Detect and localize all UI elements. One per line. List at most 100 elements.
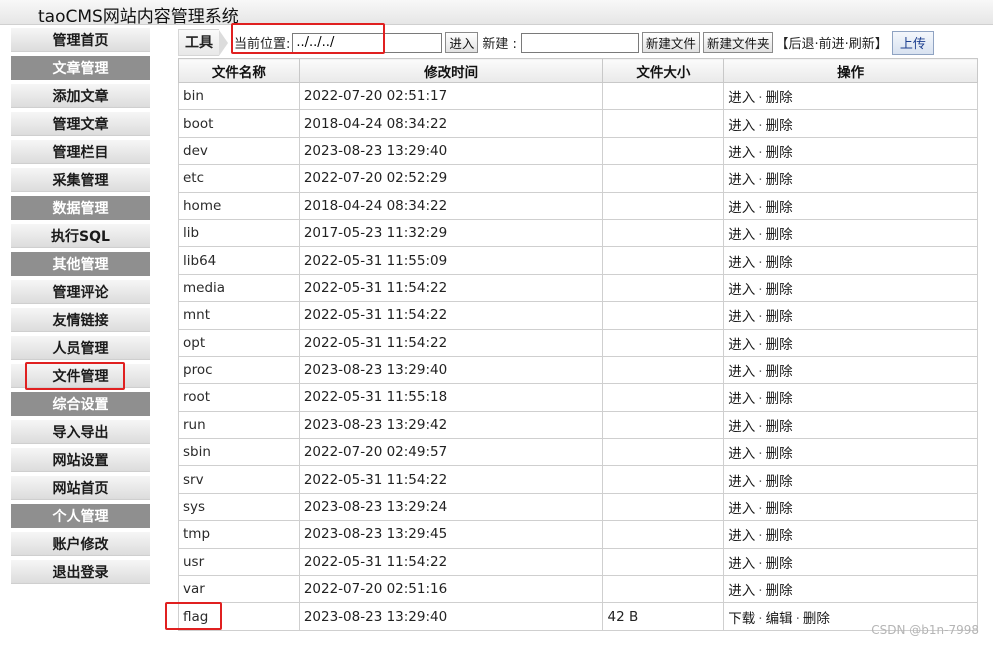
action-link[interactable]: 进入: [728, 391, 755, 407]
action-link[interactable]: 删除: [766, 172, 793, 188]
action-link[interactable]: 删除: [766, 145, 793, 161]
new-folder-button[interactable]: 新建文件夹: [702, 32, 774, 53]
file-name-link[interactable]: usr: [183, 554, 204, 570]
file-name-link[interactable]: home: [183, 198, 221, 214]
action-link[interactable]: 进入: [728, 90, 755, 106]
sidebar-item[interactable]: 采集管理: [11, 168, 150, 192]
action-link[interactable]: 进入: [728, 255, 755, 271]
action-link[interactable]: 进入: [728, 419, 755, 435]
modified-time: 2023-08-23 13:29:45: [298, 520, 604, 549]
table-row: boot 2018-04-24 08:34:22 进入 · 删除: [178, 109, 978, 138]
file-name-link[interactable]: boot: [183, 116, 213, 132]
file-name-link[interactable]: media: [183, 280, 225, 296]
sidebar-item[interactable]: 人员管理: [11, 336, 150, 360]
sidebar-item[interactable]: 网站首页: [11, 476, 150, 500]
sidebar-item[interactable]: 退出登录: [11, 560, 150, 584]
action-link[interactable]: 进入: [728, 200, 755, 216]
action-separator: ·: [758, 528, 763, 545]
action-link[interactable]: 进入: [728, 528, 755, 544]
action-link[interactable]: 进入: [728, 446, 755, 462]
action-link[interactable]: 删除: [766, 501, 793, 517]
file-name-link[interactable]: bin: [183, 88, 204, 104]
action-link[interactable]: 删除: [766, 118, 793, 134]
action-link[interactable]: 删除: [766, 446, 793, 462]
file-name-link[interactable]: srv: [183, 472, 204, 488]
action-link[interactable]: 删除: [766, 583, 793, 599]
action-link[interactable]: 进入: [728, 556, 755, 572]
sidebar-item[interactable]: 管理栏目: [11, 140, 150, 164]
sidebar-item[interactable]: 网站设置: [11, 448, 150, 472]
file-name-link[interactable]: tmp: [183, 526, 210, 542]
action-link[interactable]: 进入: [728, 282, 755, 298]
file-name-link[interactable]: dev: [183, 143, 208, 159]
sidebar-item[interactable]: 管理文章: [11, 112, 150, 136]
sidebar-item[interactable]: 管理首页: [11, 28, 150, 52]
sidebar-item[interactable]: 添加文章: [11, 84, 150, 108]
action-link[interactable]: 进入: [728, 337, 755, 353]
file-size: [602, 273, 725, 303]
file-name-link[interactable]: lib: [183, 225, 199, 241]
table-row: mnt 2022-05-31 11:54:22 进入 · 删除: [178, 301, 978, 330]
forward-link[interactable]: 前进: [819, 37, 845, 52]
file-name-link[interactable]: sbin: [183, 444, 211, 460]
action-link[interactable]: 进入: [728, 172, 755, 188]
action-link[interactable]: 进入: [728, 474, 755, 490]
action-link[interactable]: 删除: [766, 282, 793, 298]
file-name-link[interactable]: var: [183, 581, 205, 597]
table-row: lib 2017-05-23 11:32:29 进入 · 删除: [178, 218, 978, 248]
action-link[interactable]: 进入: [728, 309, 755, 325]
new-file-button[interactable]: 新建文件: [641, 32, 700, 53]
back-link[interactable]: 后退: [788, 37, 814, 52]
action-link[interactable]: 删除: [766, 90, 793, 106]
file-name-cell: dev: [178, 136, 300, 166]
action-link[interactable]: 进入: [728, 227, 755, 243]
new-name-input[interactable]: [520, 32, 639, 53]
file-name-link[interactable]: opt: [183, 335, 205, 351]
action-link[interactable]: 进入: [728, 145, 755, 161]
location-input[interactable]: [292, 32, 443, 53]
sidebar-item[interactable]: 执行SQL: [11, 224, 150, 248]
file-name-link[interactable]: flag: [183, 609, 208, 625]
sidebar-section-header: 其他管理: [11, 252, 150, 276]
toolbar-label: 工具: [178, 29, 219, 56]
action-link[interactable]: 删除: [803, 611, 830, 627]
action-link[interactable]: 删除: [766, 528, 793, 544]
table-row: sbin 2022-07-20 02:49:57 进入 · 删除: [178, 438, 978, 467]
enter-button[interactable]: 进入: [445, 32, 479, 53]
action-link[interactable]: 删除: [766, 200, 793, 216]
action-link[interactable]: 删除: [766, 419, 793, 435]
action-link[interactable]: 进入: [728, 583, 755, 599]
action-link[interactable]: 删除: [766, 474, 793, 490]
file-name-link[interactable]: proc: [183, 362, 213, 378]
refresh-link[interactable]: 刷新: [849, 37, 875, 52]
upload-button[interactable]: 上传: [891, 30, 934, 55]
file-name-cell: root: [178, 383, 300, 412]
sidebar-item[interactable]: 文件管理: [11, 364, 150, 388]
actions-cell: 进入 · 删除: [723, 164, 978, 193]
file-name-link[interactable]: lib64: [183, 253, 216, 269]
action-link[interactable]: 删除: [766, 391, 793, 407]
sidebar-item[interactable]: 导入导出: [11, 420, 150, 444]
action-link[interactable]: 进入: [728, 364, 755, 380]
file-name-link[interactable]: sys: [183, 499, 205, 515]
action-link[interactable]: 进入: [728, 118, 755, 134]
action-link[interactable]: 进入: [728, 501, 755, 517]
action-link[interactable]: 删除: [766, 309, 793, 325]
file-size: [602, 465, 725, 494]
file-size: [602, 355, 725, 385]
action-link[interactable]: 删除: [766, 337, 793, 353]
action-link[interactable]: 删除: [766, 556, 793, 572]
file-name-link[interactable]: run: [183, 417, 206, 433]
action-link[interactable]: 删除: [766, 227, 793, 243]
action-link[interactable]: 删除: [766, 255, 793, 271]
sidebar-item[interactable]: 账户修改: [11, 532, 150, 556]
modified-time: 2022-07-20 02:52:29: [298, 164, 604, 193]
file-name-link[interactable]: etc: [183, 170, 204, 186]
file-name-link[interactable]: root: [183, 389, 210, 405]
action-link[interactable]: 编辑: [766, 611, 793, 627]
action-link[interactable]: 删除: [766, 364, 793, 380]
action-link[interactable]: 下载: [728, 611, 755, 627]
sidebar-item[interactable]: 管理评论: [11, 280, 150, 304]
file-name-link[interactable]: mnt: [183, 307, 210, 323]
sidebar-item[interactable]: 友情链接: [11, 308, 150, 332]
